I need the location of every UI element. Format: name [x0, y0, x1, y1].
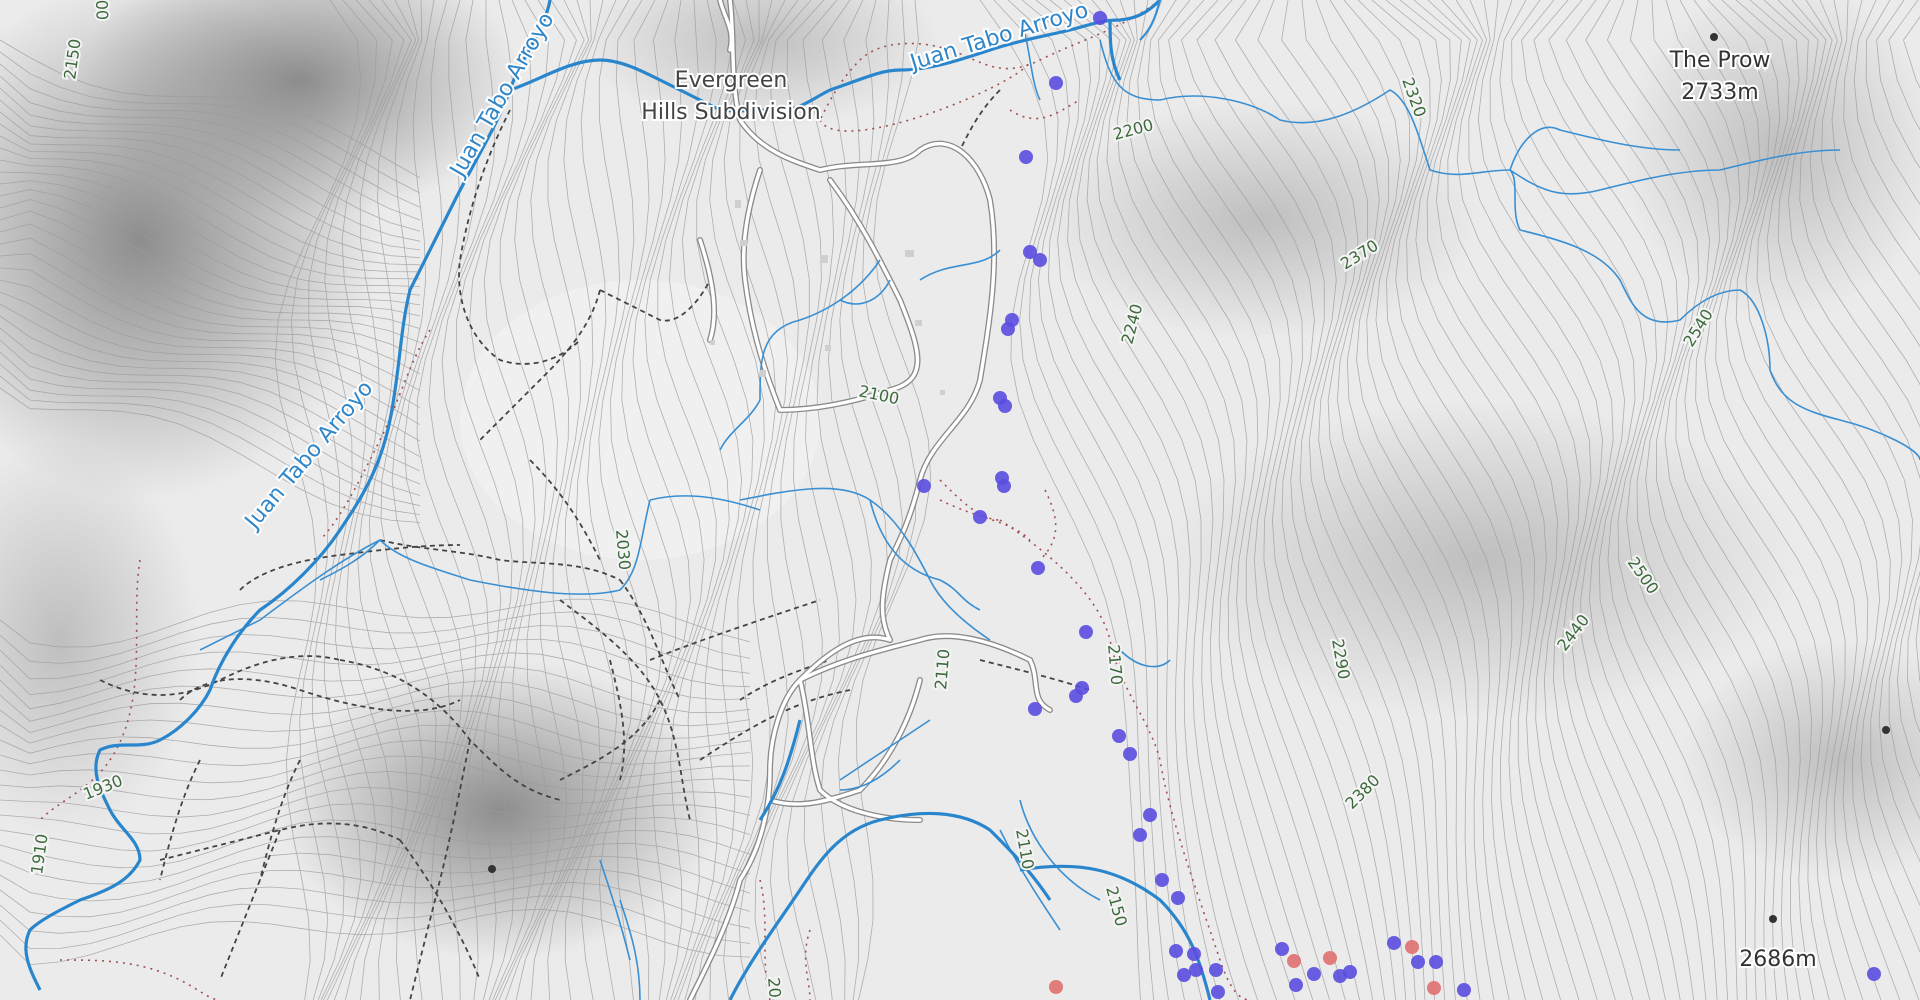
contour-label: 2370: [1337, 236, 1382, 274]
contour-label: 2320: [1398, 75, 1430, 120]
contour-label: 2200: [1111, 115, 1155, 144]
contour-label: 2290: [1328, 637, 1354, 680]
waypoint-marker[interactable]: [1289, 978, 1303, 992]
waypoint-marker[interactable]: [1001, 322, 1015, 336]
topographic-map[interactable]: 2150 2200 2320 2370 2240 2100 2540 2030 …: [0, 0, 1920, 1000]
contour-label: 2100: [857, 381, 901, 408]
peak-dot: [1882, 726, 1890, 734]
contour-label: 2030: [612, 529, 634, 571]
contour-label: 00: [92, 0, 112, 20]
waypoint-marker[interactable]: [1187, 947, 1201, 961]
waypoint-marker[interactable]: [1028, 702, 1042, 716]
waypoint-marker[interactable]: [1049, 76, 1063, 90]
waypoint-marker[interactable]: [917, 479, 931, 493]
stream-label: Juan Tabo Arroyo: [445, 8, 560, 182]
waypoint-marker[interactable]: [1031, 561, 1045, 575]
waypoint-marker[interactable]: [1387, 936, 1401, 950]
peak-elevation: 2733m: [1681, 80, 1758, 105]
waypoint-marker[interactable]: [1275, 942, 1289, 956]
spot-dot: [488, 865, 496, 873]
waypoint-marker[interactable]: [973, 510, 987, 524]
waypoint-marker[interactable]: [1411, 955, 1425, 969]
map-overlay: 2150 2200 2320 2370 2240 2100 2540 2030 …: [25, 0, 1890, 1000]
stream-labels: Juan Tabo Arroyo Juan Tabo Arroyo Juan T…: [237, 0, 1093, 537]
waypoint-marker[interactable]: [1171, 891, 1185, 905]
waypoint-marker[interactable]: [1123, 747, 1137, 761]
marker-layer: [917, 11, 1881, 999]
waypoint-marker-red[interactable]: [1405, 940, 1419, 954]
peak-markers: The Prow 2733m 2686m: [488, 33, 1890, 974]
peak-dot: [1769, 915, 1777, 923]
place-label-line2: Hills Subdivision: [641, 100, 820, 125]
waypoint-marker[interactable]: [1112, 729, 1126, 743]
peak-dot: [1710, 33, 1718, 41]
waypoint-marker[interactable]: [1019, 150, 1033, 164]
waypoint-marker[interactable]: [1189, 963, 1203, 977]
contour-label: 2110: [931, 648, 953, 690]
waypoint-marker[interactable]: [1169, 944, 1183, 958]
contour-label: 1930: [80, 771, 125, 804]
waypoint-marker[interactable]: [998, 399, 1012, 413]
waypoint-marker[interactable]: [1079, 625, 1093, 639]
waypoint-marker[interactable]: [1177, 968, 1191, 982]
contour-label: 2500: [1624, 553, 1663, 597]
contour-label: 2170: [1104, 644, 1126, 686]
contour-label: 2240: [1118, 302, 1147, 346]
waypoint-marker-red[interactable]: [1287, 954, 1301, 968]
waypoint-marker[interactable]: [1343, 965, 1357, 979]
contour-label: 2440: [1553, 611, 1593, 655]
stream-label: Juan Tabo Arroyo: [906, 0, 1092, 76]
contour-label: 2150: [1102, 884, 1131, 928]
contour-label: 2110: [1012, 827, 1038, 870]
waypoint-marker[interactable]: [1211, 985, 1225, 999]
waypoint-marker[interactable]: [1429, 955, 1443, 969]
contour-label: 20: [764, 977, 785, 999]
waypoint-marker[interactable]: [1155, 873, 1169, 887]
waypoint-marker[interactable]: [1133, 828, 1147, 842]
peak-name: The Prow: [1669, 48, 1771, 73]
waypoint-marker[interactable]: [1209, 963, 1223, 977]
contour-label: 2540: [1679, 306, 1717, 351]
waypoint-marker[interactable]: [1307, 967, 1321, 981]
waypoint-marker-red[interactable]: [1049, 980, 1063, 994]
waypoint-marker[interactable]: [1143, 808, 1157, 822]
waypoint-marker[interactable]: [995, 471, 1009, 485]
waypoint-marker[interactable]: [1093, 11, 1107, 25]
contour-label: 2150: [60, 38, 84, 81]
waypoint-marker[interactable]: [1033, 253, 1047, 267]
contour-label: 1910: [27, 833, 51, 876]
waypoint-marker[interactable]: [1457, 983, 1471, 997]
peak-elevation: 2686m: [1739, 947, 1816, 972]
stream-label: Juan Tabo Arroyo: [239, 376, 378, 535]
place-label-group: Evergreen Hills Subdivision: [639, 66, 822, 127]
waypoint-marker[interactable]: [1867, 967, 1881, 981]
waypoint-marker-red[interactable]: [1427, 981, 1441, 995]
place-label-line1: Evergreen: [675, 68, 788, 93]
waypoint-marker[interactable]: [1069, 689, 1083, 703]
contour-label: 2380: [1341, 771, 1383, 813]
waypoint-marker-red[interactable]: [1323, 951, 1337, 965]
